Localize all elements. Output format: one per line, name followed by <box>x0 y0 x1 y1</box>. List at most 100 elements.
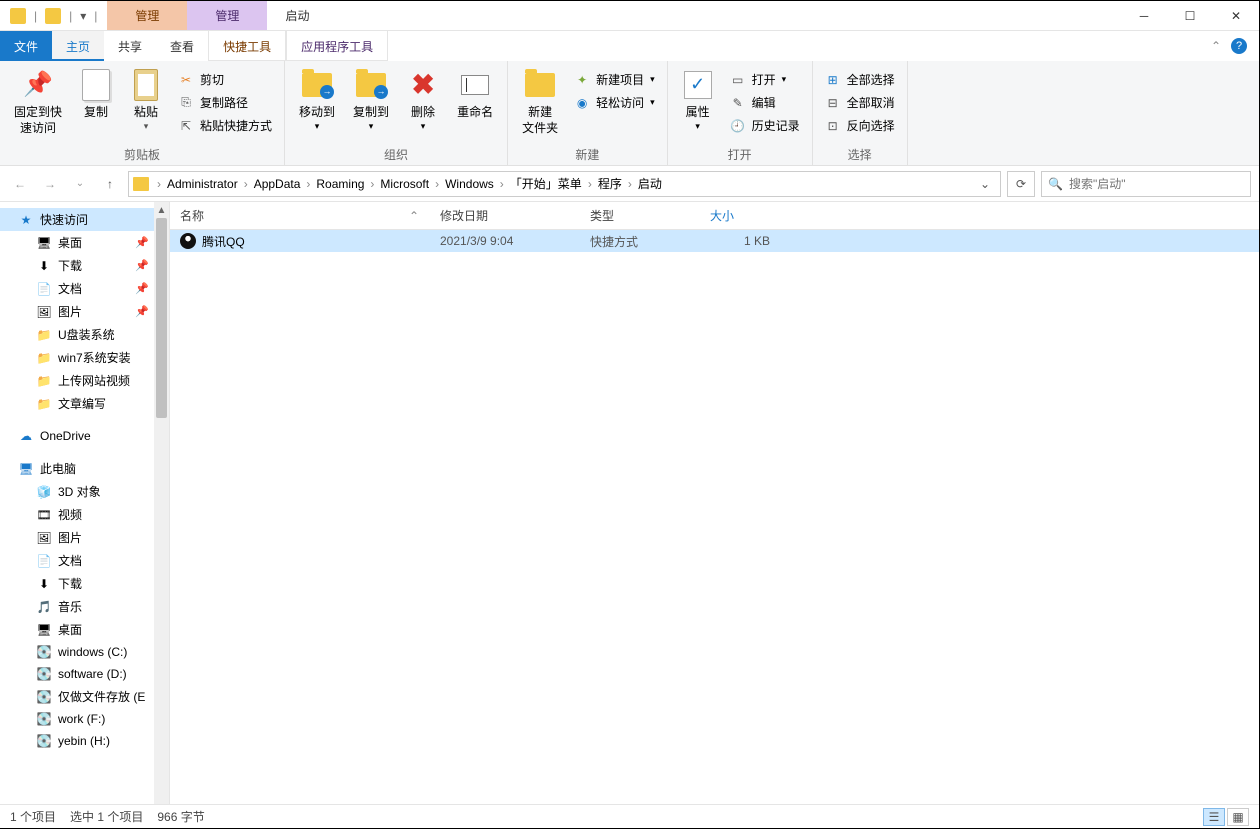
nav-item[interactable]: 💽yebin (H:) <box>0 730 155 752</box>
group-label-select: 选择 <box>821 144 899 163</box>
breadcrumb-item[interactable]: Roaming <box>312 177 368 191</box>
nav-item[interactable]: 💽work (F:) <box>0 708 155 730</box>
search-input[interactable] <box>1069 177 1244 191</box>
tab-share[interactable]: 共享 <box>104 31 156 61</box>
breadcrumb-item[interactable]: 启动 <box>634 177 666 191</box>
chevron-right-icon[interactable]: › <box>433 177 441 191</box>
nav-header[interactable]: 🖥此电脑 <box>0 457 155 480</box>
recent-locations-button[interactable]: ⌄ <box>68 172 92 196</box>
nav-item[interactable]: 🎞视频 <box>0 503 155 526</box>
file-row[interactable]: 腾讯QQ 2021/3/9 9:04 快捷方式 1 KB <box>170 230 1259 252</box>
minimize-button[interactable]: ─ <box>1121 1 1167 30</box>
easy-access-button[interactable]: ◉轻松访问 ▾ <box>570 92 659 113</box>
tab-view[interactable]: 查看 <box>156 31 208 61</box>
folder-icon <box>133 177 149 191</box>
forward-button[interactable]: → <box>38 172 62 196</box>
copy-path-button[interactable]: ⎘复制路径 <box>174 92 276 113</box>
maximize-button[interactable]: ☐ <box>1167 1 1213 30</box>
tab-file[interactable]: 文件 <box>0 31 52 61</box>
qat-folder-icon[interactable] <box>45 8 61 24</box>
history-button[interactable]: 🕘历史记录 <box>726 115 804 136</box>
search-box[interactable]: 🔍 <box>1041 171 1251 197</box>
up-button[interactable]: ↑ <box>98 172 122 196</box>
nav-item[interactable]: 💽windows (C:) <box>0 641 155 663</box>
tab-shortcut-tools[interactable]: 快捷工具 <box>208 31 286 61</box>
properties-button[interactable]: ✓ 属性▾ <box>676 65 720 136</box>
nav-item[interactable]: 💽software (D:) <box>0 663 155 685</box>
titlebar: | | ▾ | 管理 管理 启动 ─ ☐ ✕ <box>0 1 1259 31</box>
ribbon-group-new: 新建 文件夹 ✦新建项目 ▾ ◉轻松访问 ▾ 新建 <box>508 61 668 165</box>
new-item-button[interactable]: ✦新建项目 ▾ <box>570 69 659 90</box>
download-icon: ⬇ <box>36 576 52 592</box>
edit-button[interactable]: ✎编辑 <box>726 92 804 113</box>
address-dropdown-icon[interactable]: ⌄ <box>974 177 996 191</box>
chevron-right-icon[interactable]: › <box>498 177 506 191</box>
nav-scrollbar[interactable]: ▲ ▼ <box>154 202 169 826</box>
nav-item[interactable]: ⬇下载 <box>0 572 155 595</box>
move-to-button[interactable]: 移动到▾ <box>293 65 341 136</box>
context-tab-app-tools[interactable]: 管理 <box>187 1 267 30</box>
breadcrumb-item[interactable]: Microsoft <box>376 177 433 191</box>
app-icon[interactable] <box>10 8 26 24</box>
collapse-ribbon-icon[interactable]: ⌃ <box>1211 39 1221 53</box>
breadcrumb-item[interactable]: AppData <box>250 177 305 191</box>
nav-header[interactable]: ★快速访问 <box>0 208 155 231</box>
qat-dropdown-icon[interactable]: ▾ <box>80 9 86 23</box>
rename-button[interactable]: 重命名 <box>451 65 499 125</box>
nav-item[interactable]: 📁文章编写 <box>0 392 155 415</box>
help-icon[interactable]: ? <box>1231 38 1247 54</box>
chevron-right-icon[interactable]: › <box>626 177 634 191</box>
folder-icon: 📁 <box>36 373 52 389</box>
copy-to-button[interactable]: 复制到▾ <box>347 65 395 136</box>
column-size[interactable]: 大小 <box>700 207 780 224</box>
breadcrumb-bar[interactable]: › Administrator›AppData›Roaming›Microsof… <box>128 171 1001 197</box>
chevron-right-icon[interactable]: › <box>155 177 163 191</box>
chevron-right-icon[interactable]: › <box>242 177 250 191</box>
nav-item[interactable]: 📄文档📌 <box>0 277 155 300</box>
paste-shortcut-button[interactable]: ⇱粘贴快捷方式 <box>174 115 276 136</box>
scroll-thumb[interactable] <box>156 218 167 418</box>
column-type[interactable]: 类型 <box>580 207 700 224</box>
breadcrumb-item[interactable]: 程序 <box>594 177 626 191</box>
refresh-button[interactable]: ⟳ <box>1007 171 1035 197</box>
nav-item[interactable]: 🎵音乐 <box>0 595 155 618</box>
column-date[interactable]: 修改日期 <box>430 207 580 224</box>
open-button[interactable]: ▭打开 ▾ <box>726 69 804 90</box>
select-none-button[interactable]: ⊟全部取消 <box>821 92 899 113</box>
nav-header[interactable]: ☁OneDrive <box>0 425 155 447</box>
thumbnails-view-button[interactable]: ▦ <box>1227 808 1249 826</box>
nav-item[interactable]: 📁上传网站视频 <box>0 369 155 392</box>
context-tab-shortcut-tools[interactable]: 管理 <box>107 1 187 30</box>
breadcrumb-item[interactable]: Administrator <box>163 177 242 191</box>
nav-item[interactable]: ⬇下载📌 <box>0 254 155 277</box>
nav-item[interactable]: 📁win7系统安装 <box>0 346 155 369</box>
picture-icon: 🖼 <box>36 304 52 320</box>
copy-button[interactable]: 复制 <box>74 65 118 125</box>
nav-item[interactable]: 🖼图片📌 <box>0 300 155 323</box>
nav-item[interactable]: 📁U盘装系统 <box>0 323 155 346</box>
nav-item[interactable]: 🖥桌面📌 <box>0 231 155 254</box>
tab-home[interactable]: 主页 <box>52 31 104 61</box>
details-view-button[interactable]: ☰ <box>1203 808 1225 826</box>
nav-item[interactable]: 🖥桌面 <box>0 618 155 641</box>
nav-item[interactable]: 📄文档 <box>0 549 155 572</box>
nav-item[interactable]: 🖼图片 <box>0 526 155 549</box>
column-name[interactable]: 名称⌃ <box>170 207 430 224</box>
nav-item[interactable]: 🧊3D 对象 <box>0 480 155 503</box>
invert-selection-button[interactable]: ⊡反向选择 <box>821 115 899 136</box>
breadcrumb-item[interactable]: Windows <box>441 177 498 191</box>
chevron-right-icon[interactable]: › <box>586 177 594 191</box>
back-button[interactable]: ← <box>8 172 32 196</box>
cut-button[interactable]: ✂剪切 <box>174 69 276 90</box>
close-button[interactable]: ✕ <box>1213 1 1259 30</box>
paste-button[interactable]: 粘贴 ▾ <box>124 65 168 136</box>
pin-to-quick-access-button[interactable]: 📌 固定到快 速访问 <box>8 65 68 140</box>
pin-icon: 📌 <box>135 305 149 318</box>
select-all-button[interactable]: ⊞全部选择 <box>821 69 899 90</box>
breadcrumb-item[interactable]: 「开始」菜单 <box>506 177 586 191</box>
tab-app-tools[interactable]: 应用程序工具 <box>286 31 388 61</box>
new-folder-button[interactable]: 新建 文件夹 <box>516 65 564 140</box>
nav-item[interactable]: 💽仅做文件存放 (E <box>0 685 155 708</box>
scroll-up-icon[interactable]: ▲ <box>154 202 169 218</box>
delete-button[interactable]: ✖ 删除▾ <box>401 65 445 136</box>
